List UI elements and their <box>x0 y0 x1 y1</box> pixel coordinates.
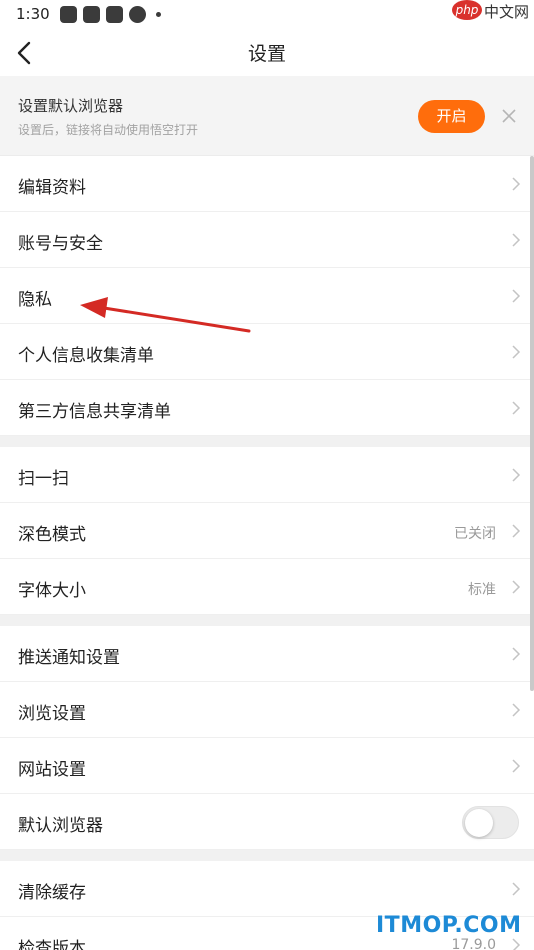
row-label: 推送通知设置 <box>18 648 120 668</box>
settings-row-push-notifications[interactable]: 推送通知设置 <box>0 626 534 682</box>
status-bar: 1:30 php 中文网 <box>0 0 534 30</box>
row-label: 第三方信息共享清单 <box>18 402 171 422</box>
version-value: 17.9.0 <box>451 937 496 950</box>
chevron-right-icon <box>512 345 521 359</box>
app-notification-icon <box>106 6 123 23</box>
app-notification-icon <box>60 6 77 23</box>
row-label: 编辑资料 <box>18 178 86 198</box>
app-notification-icon <box>129 6 146 23</box>
row-label: 默认浏览器 <box>18 816 103 836</box>
chevron-right-icon <box>512 882 521 896</box>
settings-row-browse-settings[interactable]: 浏览设置 <box>0 682 534 738</box>
watermark-text: 中文网 <box>484 3 530 21</box>
settings-row-personal-info-list[interactable]: 个人信息收集清单 <box>0 324 534 380</box>
status-icons <box>60 6 161 23</box>
watermark-bottom: ITMOP.COM <box>376 913 522 938</box>
scrollbar[interactable] <box>530 156 534 691</box>
settings-row-edit-profile[interactable]: 编辑资料 <box>0 156 534 212</box>
chevron-right-icon <box>512 703 521 717</box>
row-label: 个人信息收集清单 <box>18 346 154 366</box>
chevron-right-icon <box>512 524 521 538</box>
row-label: 浏览设置 <box>18 704 86 724</box>
settings-row-third-party-sharing[interactable]: 第三方信息共享清单 <box>0 380 534 436</box>
settings-row-default-browser: 默认浏览器 <box>0 794 534 850</box>
row-label: 扫一扫 <box>18 469 69 489</box>
chevron-right-icon <box>512 759 521 773</box>
default-browser-toggle[interactable] <box>462 806 519 839</box>
toggle-knob <box>465 809 493 837</box>
section-divider <box>0 436 534 447</box>
chevron-right-icon <box>512 177 521 191</box>
banner-title: 设置默认浏览器 <box>18 97 124 115</box>
chevron-right-icon <box>512 401 521 415</box>
settings-row-clear-cache[interactable]: 清除缓存 <box>0 861 534 917</box>
settings-row-account-security[interactable]: 账号与安全 <box>0 212 534 268</box>
status-time: 1:30 <box>16 5 50 23</box>
chevron-right-icon <box>512 647 521 661</box>
banner-subtitle: 设置后，链接将自动使用悟空打开 <box>18 123 199 137</box>
more-notifications-dot <box>156 12 161 17</box>
row-label: 账号与安全 <box>18 234 103 254</box>
default-browser-banner: 设置默认浏览器 设置后，链接将自动使用悟空打开 开启 <box>0 76 534 156</box>
row-value: 已关闭 <box>454 526 496 542</box>
enable-button[interactable]: 开启 <box>418 100 485 133</box>
row-label: 隐私 <box>18 290 52 310</box>
app-notification-icon <box>83 6 100 23</box>
chevron-right-icon <box>512 580 521 594</box>
row-label: 字体大小 <box>18 581 86 601</box>
settings-row-privacy[interactable]: 隐私 <box>0 268 534 324</box>
row-label: 网站设置 <box>18 760 86 780</box>
settings-row-site-settings[interactable]: 网站设置 <box>0 738 534 794</box>
settings-row-dark-mode[interactable]: 深色模式 已关闭 <box>0 503 534 559</box>
section-divider <box>0 615 534 626</box>
settings-row-font-size[interactable]: 字体大小 标准 <box>0 559 534 615</box>
row-label: 检查版本 <box>18 939 86 950</box>
settings-row-scan[interactable]: 扫一扫 <box>0 447 534 503</box>
chevron-right-icon <box>512 233 521 247</box>
chevron-right-icon <box>512 938 521 950</box>
watermark-logo: php <box>452 0 482 20</box>
chevron-right-icon <box>512 289 521 303</box>
close-icon[interactable] <box>500 107 518 125</box>
row-value: 标准 <box>468 582 496 598</box>
page-title: 设置 <box>247 43 286 65</box>
section-divider <box>0 850 534 861</box>
chevron-right-icon <box>512 468 521 482</box>
row-label: 清除缓存 <box>18 883 86 903</box>
row-label: 深色模式 <box>18 525 86 545</box>
nav-bar: 设置 <box>0 30 534 76</box>
